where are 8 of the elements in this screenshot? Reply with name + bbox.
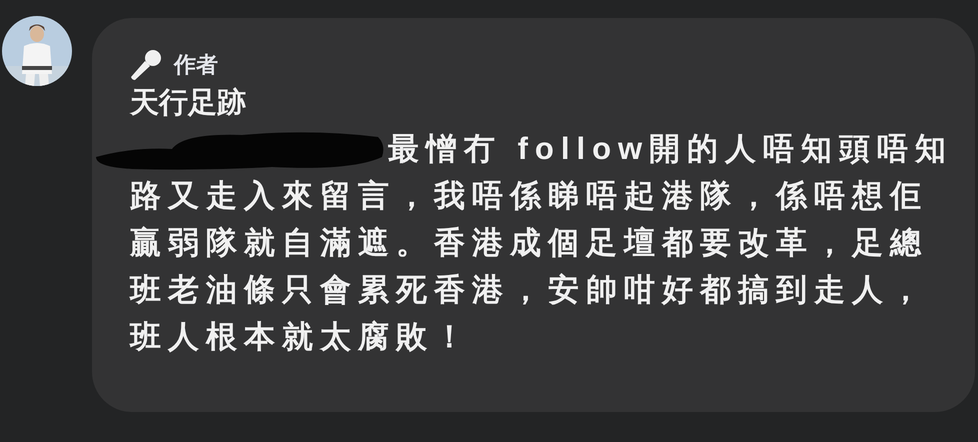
comment-text-line: 班老油條只會累死香港，安帥咁好都搞到走人，: [130, 271, 928, 309]
comment-text-line: 路又走入來留言，我唔係睇唔起港隊，係唔想佢: [130, 177, 928, 215]
microphone-icon: [130, 48, 162, 80]
comment-text-line: 最憎冇 follow開的人唔知頭唔知: [388, 130, 954, 168]
author-name[interactable]: 天行足跡: [130, 83, 246, 123]
comment-text-line: 班人根本就太腐敗！: [130, 318, 472, 356]
comment-text-line: 贏弱隊就自滿遮。香港成個足壇都要改革，足總: [130, 224, 928, 262]
author-label: 作者: [174, 51, 218, 79]
